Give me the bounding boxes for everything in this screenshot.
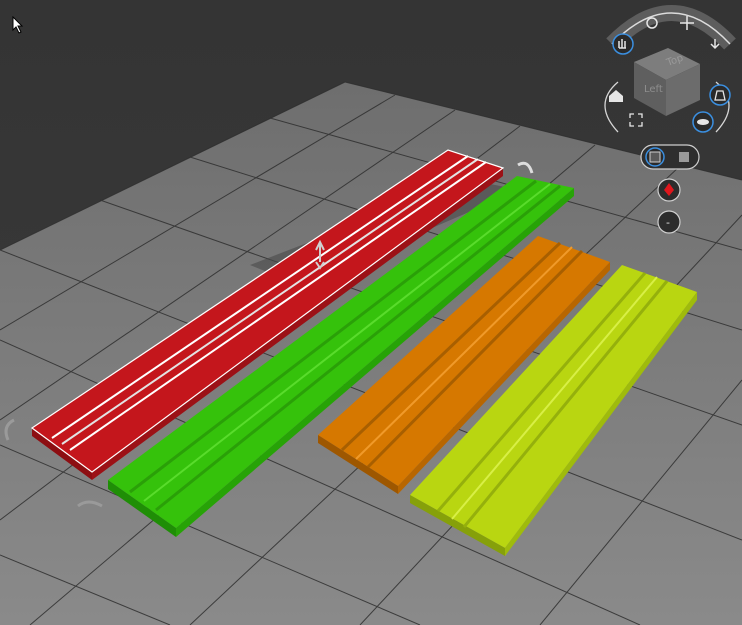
fit-view-button[interactable] xyxy=(629,113,643,127)
solid-view-button[interactable] xyxy=(679,152,689,162)
ortho-view-button[interactable] xyxy=(645,147,665,167)
zoom-out-button[interactable]: - xyxy=(657,210,681,234)
layers-button[interactable] xyxy=(692,111,714,133)
home-icon xyxy=(609,90,623,102)
layers-icon xyxy=(697,119,709,125)
fit-view-icon xyxy=(629,113,643,127)
color-button[interactable] xyxy=(657,178,681,202)
view-cube[interactable]: Top Left xyxy=(634,48,700,116)
perspective-button[interactable] xyxy=(709,84,731,106)
3d-viewport[interactable]: Top Left - xyxy=(0,0,742,625)
orbit-button[interactable] xyxy=(612,33,634,55)
scene-canvas[interactable]: Top Left - xyxy=(0,0,742,625)
home-button[interactable] xyxy=(609,90,623,102)
minus-icon: - xyxy=(666,216,670,229)
cube-face-left[interactable]: Left xyxy=(644,84,663,95)
ortho-view-icon xyxy=(649,151,661,163)
mouse-cursor-icon xyxy=(12,16,24,34)
solid-view-icon xyxy=(679,152,689,162)
